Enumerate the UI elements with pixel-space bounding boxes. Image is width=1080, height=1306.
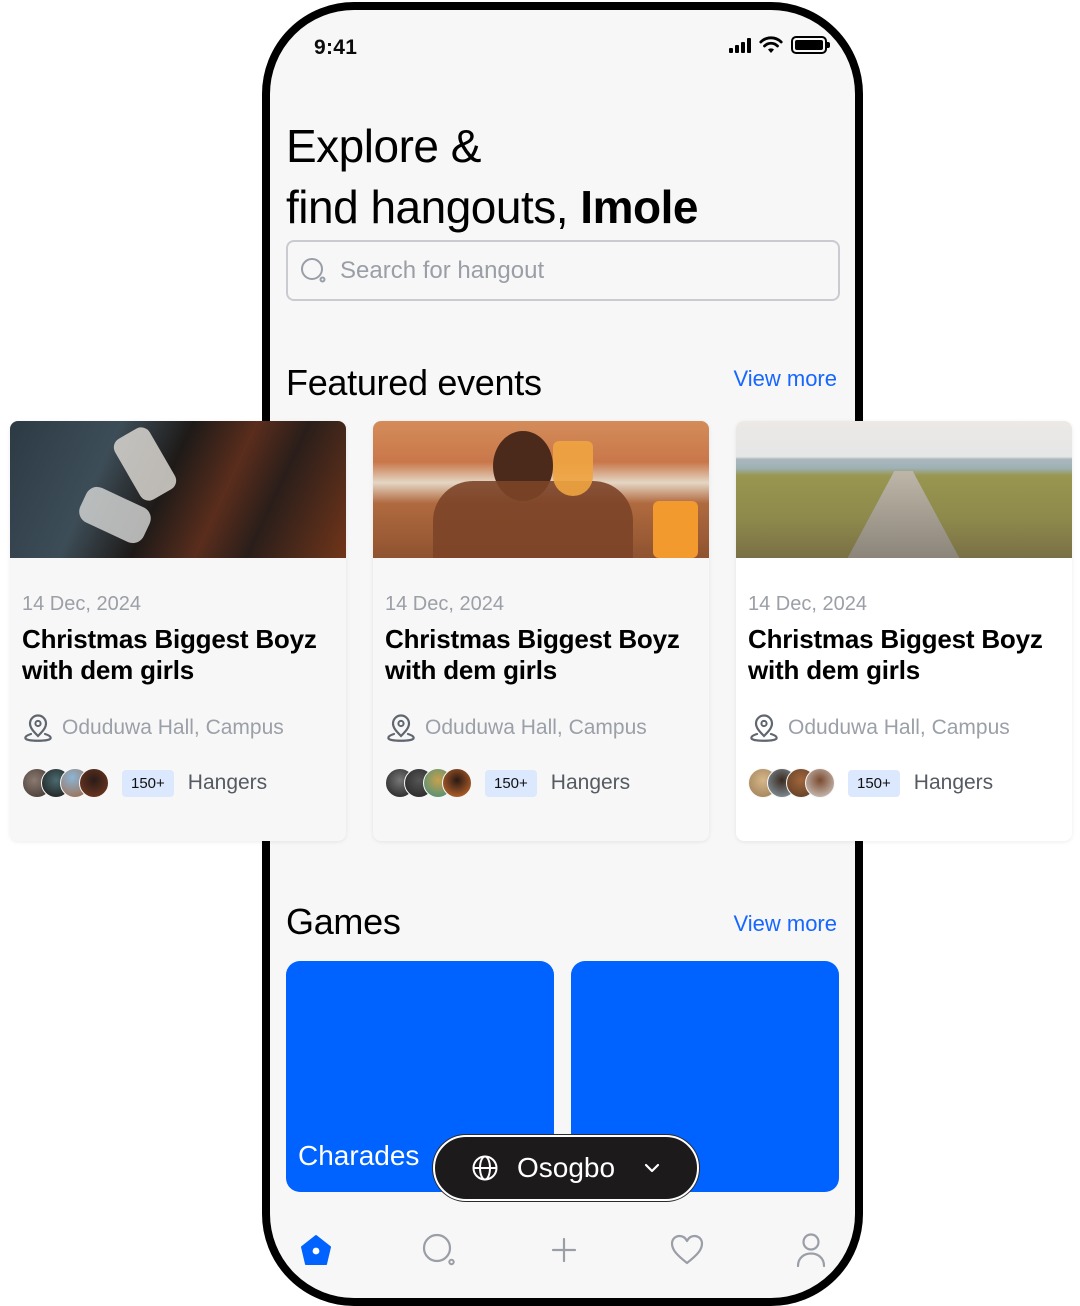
attendee-label: Hangers xyxy=(187,771,268,794)
avatar xyxy=(79,768,109,798)
event-details: 14 Dec, 2024 Christmas Biggest Boyz with… xyxy=(22,593,336,798)
event-card[interactable]: 14 Dec, 2024 Christmas Biggest Boyz with… xyxy=(373,421,709,841)
avatar xyxy=(442,768,472,798)
event-image xyxy=(736,421,1072,558)
plus-icon xyxy=(551,1237,576,1263)
featured-view-more-link[interactable]: View more xyxy=(733,366,837,392)
status-icons xyxy=(729,36,830,54)
attendee-count-badge: 150+ xyxy=(848,769,900,797)
user-icon xyxy=(796,1233,826,1268)
event-date: 14 Dec, 2024 xyxy=(22,593,141,615)
globe-icon xyxy=(472,1155,498,1181)
event-location: Oduduwa Hall, Campus xyxy=(22,712,336,744)
status-time: 9:41 xyxy=(314,36,358,59)
location-selector[interactable]: Osogbo xyxy=(433,1135,699,1201)
event-details: 14 Dec, 2024 Christmas Biggest Boyz with… xyxy=(748,593,1062,798)
event-title: Christmas Biggest Boyz with dem girls xyxy=(22,624,317,685)
page-title: Explore & find hangouts, Imole xyxy=(286,120,698,233)
avatar-stack xyxy=(22,768,109,798)
home-icon xyxy=(301,1235,331,1265)
home-indicator xyxy=(460,1298,676,1306)
search-input[interactable] xyxy=(340,256,800,285)
heart-icon xyxy=(671,1234,704,1265)
search-icon xyxy=(301,257,326,282)
battery-icon xyxy=(791,36,830,54)
avatar-stack xyxy=(385,768,472,798)
location-pin-icon xyxy=(24,714,52,742)
event-date: 14 Dec, 2024 xyxy=(385,593,504,615)
event-title: Christmas Biggest Boyz with dem girls xyxy=(748,624,1043,685)
event-card[interactable]: 14 Dec, 2024 Christmas Biggest Boyz with… xyxy=(10,421,346,841)
chevron-down-icon xyxy=(644,1163,660,1173)
event-date: 14 Dec, 2024 xyxy=(748,593,867,615)
event-attendees: 150+ Hangers xyxy=(22,768,336,798)
event-attendees: 150+ Hangers xyxy=(385,768,699,798)
event-attendees: 150+ Hangers xyxy=(748,768,1062,798)
wifi-icon xyxy=(759,36,783,53)
avatar xyxy=(805,768,835,798)
user-name: Imole xyxy=(580,181,698,233)
attendee-count-badge: 150+ xyxy=(485,769,537,797)
tab-home[interactable] xyxy=(296,1230,336,1270)
location-pin-icon xyxy=(750,714,778,742)
search-field[interactable] xyxy=(286,240,840,301)
game-label: Charades xyxy=(298,1140,420,1171)
attendee-label: Hangers xyxy=(550,771,631,794)
event-card[interactable]: 14 Dec, 2024 Christmas Biggest Boyz with… xyxy=(736,421,1072,841)
avatar-stack xyxy=(748,768,835,798)
event-location: Oduduwa Hall, Campus xyxy=(748,712,1062,744)
tab-bar xyxy=(270,1220,855,1280)
attendee-label: Hangers xyxy=(913,771,994,794)
signal-icon xyxy=(729,37,751,53)
event-image xyxy=(373,421,709,558)
event-location: Oduduwa Hall, Campus xyxy=(385,712,699,744)
event-image xyxy=(10,421,346,558)
tab-profile[interactable] xyxy=(791,1230,831,1270)
event-title: Christmas Biggest Boyz with dem girls xyxy=(385,624,680,685)
location-pin-icon xyxy=(387,714,415,742)
event-details: 14 Dec, 2024 Christmas Biggest Boyz with… xyxy=(385,593,699,798)
location-city: Osogbo xyxy=(517,1152,616,1183)
tab-create[interactable] xyxy=(544,1230,584,1270)
attendee-count-badge: 150+ xyxy=(122,769,174,797)
tab-search[interactable] xyxy=(420,1230,460,1270)
featured-events-title: Featured events xyxy=(286,362,542,403)
search-icon xyxy=(422,1233,455,1266)
games-title: Games xyxy=(286,901,401,942)
tab-favorites[interactable] xyxy=(667,1230,707,1270)
games-view-more-link[interactable]: View more xyxy=(733,911,837,937)
